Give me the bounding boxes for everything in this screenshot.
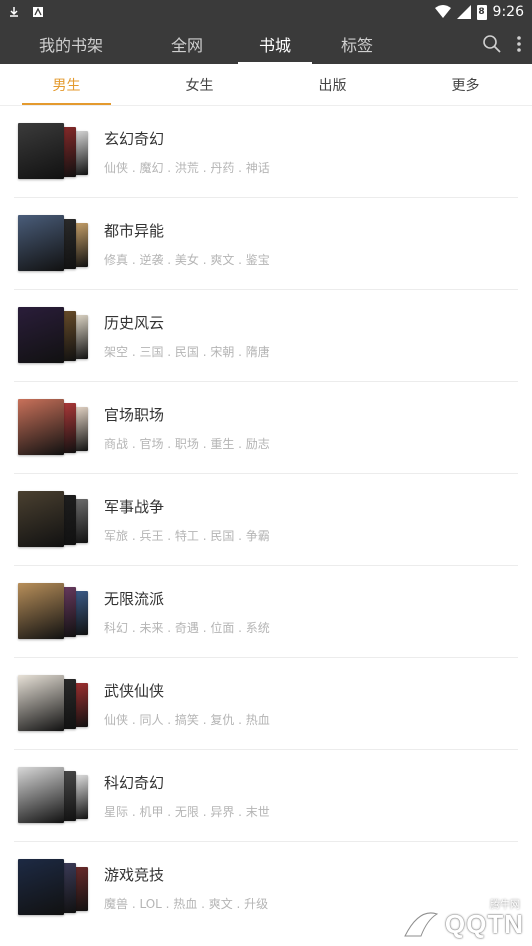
category-item[interactable]: 都市异能修真 . 逆袭 . 美女 . 爽文 . 鉴宝 xyxy=(14,198,518,290)
category-tags: 科幻 . 未来 . 奇遇 . 位面 . 系统 xyxy=(104,620,270,635)
subtab-label: 女生 xyxy=(185,77,214,94)
tab-label: 书城 xyxy=(258,36,291,55)
watermark-logo-icon xyxy=(404,912,439,937)
watermark: QQTN 腾牛网 xyxy=(401,900,524,942)
app-notification-icon xyxy=(33,7,43,17)
category-cover-stack xyxy=(18,859,90,917)
category-item[interactable]: 玄幻奇幻仙侠 . 魔幻 . 洪荒 . 丹药 . 神话 xyxy=(14,106,518,198)
category-cover-stack xyxy=(18,766,90,825)
subtab-female[interactable]: 女生 xyxy=(133,64,266,105)
search-icon[interactable] xyxy=(482,34,502,54)
battery-icon: 8 xyxy=(476,4,487,20)
book-cover xyxy=(18,490,64,547)
category-cover-stack xyxy=(18,490,90,549)
category-item[interactable]: 官场职场商战 . 官场 . 职场 . 重生 . 励志 xyxy=(14,382,518,474)
category-item[interactable]: 武侠仙侠仙侠 . 同人 . 搞笑 . 复仇 . 热血 xyxy=(14,658,518,750)
category-tags: 商战 . 官场 . 职场 . 重生 . 励志 xyxy=(104,436,270,451)
category-list: 玄幻奇幻仙侠 . 魔幻 . 洪荒 . 丹药 . 神话都市异能修真 . 逆袭 . … xyxy=(0,106,532,934)
category-cover-stack xyxy=(18,398,90,457)
category-title: 官场职场 xyxy=(104,405,165,424)
category-tags: 军旅 . 兵王 . 特工 . 民国 . 争霸 xyxy=(104,528,270,543)
category-meta: 官场职场商战 . 官场 . 职场 . 重生 . 励志 xyxy=(104,404,270,452)
status-right: 8 9:26 xyxy=(434,4,524,20)
book-cover xyxy=(18,766,64,823)
clock: 9:26 xyxy=(492,4,524,20)
tab-label: 全网 xyxy=(170,36,203,55)
book-cover xyxy=(18,674,64,731)
top-tabs: 我的书架 全网 书城 标签 xyxy=(0,24,402,64)
category-item[interactable]: 军事战争军旅 . 兵王 . 特工 . 民国 . 争霸 xyxy=(14,474,518,566)
category-title: 都市异能 xyxy=(104,221,165,240)
category-tags: 修真 . 逆袭 . 美女 . 爽文 . 鉴宝 xyxy=(104,252,270,267)
category-title: 无限流派 xyxy=(104,589,165,608)
book-cover xyxy=(18,582,64,639)
tab-label: 我的书架 xyxy=(38,36,103,55)
book-cover xyxy=(18,214,64,271)
subtab-label: 男生 xyxy=(52,77,81,94)
category-meta: 玄幻奇幻仙侠 . 魔幻 . 洪荒 . 丹药 . 神话 xyxy=(104,128,270,176)
category-cover-stack xyxy=(18,306,90,365)
tab-web[interactable]: 全网 xyxy=(142,24,232,64)
category-tags: 仙侠 . 魔幻 . 洪荒 . 丹药 . 神话 xyxy=(104,160,270,175)
download-icon xyxy=(10,7,18,17)
category-item[interactable]: 历史风云架空 . 三国 . 民国 . 宋朝 . 隋唐 xyxy=(14,290,518,382)
category-meta: 历史风云架空 . 三国 . 民国 . 宋朝 . 隋唐 xyxy=(104,312,270,360)
category-cover-stack xyxy=(18,674,90,733)
wifi-icon xyxy=(434,5,451,18)
subtab-label: 更多 xyxy=(451,77,480,94)
category-item[interactable]: 无限流派科幻 . 未来 . 奇遇 . 位面 . 系统 xyxy=(14,566,518,658)
category-meta: 武侠仙侠仙侠 . 同人 . 搞笑 . 复仇 . 热血 xyxy=(104,680,270,728)
book-cover xyxy=(18,859,64,915)
tab-tags[interactable]: 标签 xyxy=(312,24,402,64)
tab-label: 标签 xyxy=(340,36,373,55)
top-navigation: 我的书架 全网 书城 标签 xyxy=(0,24,532,64)
category-tags: 魔兽 . LOL . 热血 . 爽文 . 升级 xyxy=(104,897,269,911)
category-title: 玄幻奇幻 xyxy=(104,129,165,148)
category-item[interactable]: 科幻奇幻星际 . 机甲 . 无限 . 异界 . 末世 xyxy=(14,750,518,842)
subtab-more[interactable]: 更多 xyxy=(399,64,532,105)
subtab-male[interactable]: 男生 xyxy=(0,64,133,105)
signal-icon xyxy=(456,5,471,19)
more-options-icon[interactable] xyxy=(516,34,522,54)
category-title: 科幻奇幻 xyxy=(104,773,165,792)
status-left xyxy=(8,6,435,18)
book-cover xyxy=(18,398,64,455)
watermark-tag: 腾牛网 xyxy=(490,900,520,911)
tab-bookshelf[interactable]: 我的书架 xyxy=(0,24,142,64)
category-cover-stack xyxy=(18,122,90,181)
subtab-publish[interactable]: 出版 xyxy=(266,64,399,105)
category-tags: 星际 . 机甲 . 无限 . 异界 . 末世 xyxy=(104,804,270,819)
book-cover xyxy=(18,122,64,179)
category-title: 军事战争 xyxy=(104,497,165,516)
category-meta: 游戏竞技魔兽 . LOL . 热血 . 爽文 . 升级 xyxy=(104,864,268,912)
category-title: 历史风云 xyxy=(104,313,165,332)
category-tags: 架空 . 三国 . 民国 . 宋朝 . 隋唐 xyxy=(104,344,270,359)
gender-tabs: 男生 女生 出版 更多 xyxy=(0,64,532,106)
category-meta: 都市异能修真 . 逆袭 . 美女 . 爽文 . 鉴宝 xyxy=(104,220,270,268)
status-bar: 8 9:26 xyxy=(0,0,532,24)
book-cover xyxy=(18,306,64,363)
watermark-text: QQTN xyxy=(444,908,524,939)
category-title: 武侠仙侠 xyxy=(104,681,165,700)
top-actions xyxy=(482,24,522,64)
category-meta: 军事战争军旅 . 兵王 . 特工 . 民国 . 争霸 xyxy=(104,496,270,544)
subtab-label: 出版 xyxy=(318,77,347,94)
category-meta: 科幻奇幻星际 . 机甲 . 无限 . 异界 . 末世 xyxy=(104,772,270,820)
category-cover-stack xyxy=(18,214,90,273)
category-tags: 仙侠 . 同人 . 搞笑 . 复仇 . 热血 xyxy=(104,712,270,727)
tab-bookstore[interactable]: 书城 xyxy=(238,24,312,64)
category-title: 游戏竞技 xyxy=(104,866,165,884)
category-meta: 无限流派科幻 . 未来 . 奇遇 . 位面 . 系统 xyxy=(104,588,270,636)
category-cover-stack xyxy=(18,582,90,641)
